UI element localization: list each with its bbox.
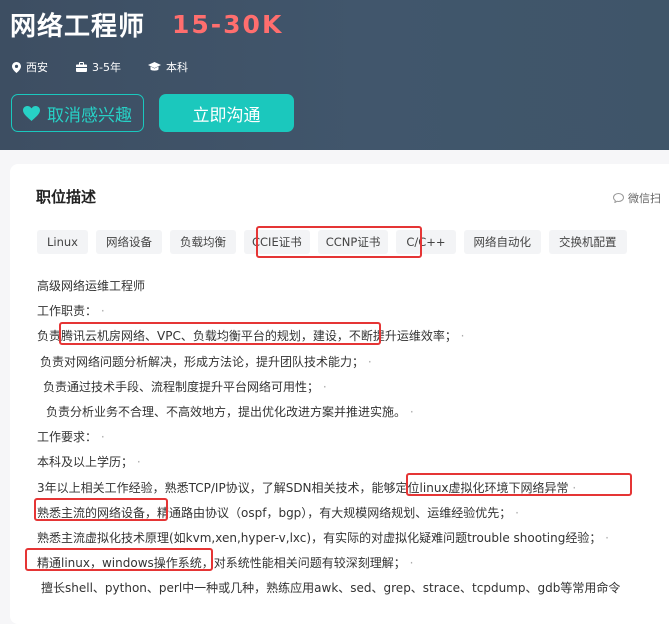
tag: 网络自动化 (463, 230, 542, 254)
job-education-text: 本科 (166, 61, 188, 74)
job-salary: 15-30K (172, 10, 284, 39)
job-header: 网络工程师 15-30K 西安 3-5年 本科 取消感兴趣 立即沟通 (0, 0, 669, 150)
job-city: 西安 (26, 61, 48, 74)
tag: 网络设备 (96, 230, 162, 254)
desc-line: 本科及以上学历； · (37, 455, 141, 470)
job-education: 本科 (148, 58, 188, 76)
tag: 交换机配置 (549, 230, 627, 254)
location-pin-icon (12, 61, 21, 73)
cancel-interest-label: 取消感兴趣 (47, 105, 132, 126)
cancel-interest-button[interactable]: 取消感兴趣 (11, 94, 144, 132)
graduation-cap-icon (148, 62, 161, 71)
highlight-box-infrastructure (59, 322, 381, 345)
wechat-share[interactable]: 微信扫 (613, 190, 661, 206)
tags-highlight-box (256, 226, 422, 258)
job-location: 西安 (12, 58, 48, 76)
job-experience: 3-5年 (76, 58, 121, 76)
highlight-box-network-devices (34, 498, 168, 521)
desc-line: 擅长shell、python、perl中一种或几种，熟练应用awk、sed、gr… (41, 581, 621, 596)
heart-icon (23, 105, 40, 121)
chat-now-button[interactable]: 立即沟通 (159, 94, 294, 132)
desc-line: 负责分析业务不合理、不高效地方，提出优化改进方案并推进实施。 · (46, 404, 414, 419)
section-title: 职位描述 (36, 188, 97, 206)
wechat-share-label: 微信扫 (628, 192, 661, 205)
chat-bubble-icon (613, 193, 624, 203)
highlight-box-linux-network (406, 473, 632, 496)
tag: 负载均衡 (170, 230, 236, 254)
briefcase-icon (76, 62, 87, 72)
desc-line: 工作要求： · (37, 430, 105, 445)
highlight-box-os (25, 548, 213, 571)
job-experience-text: 3-5年 (92, 61, 121, 74)
desc-line: 负责通过技术手段、流程制度提升平台网络可用性； · (43, 379, 327, 394)
job-description-card: 职位描述 微信扫 Linux 网络设备 负载均衡 CCIE证书 CCNP证书 C… (10, 164, 669, 624)
desc-line: 工作职责： · (37, 304, 105, 319)
desc-line: 高级网络运维工程师 (37, 279, 146, 293)
job-title: 网络工程师 (10, 12, 146, 42)
desc-line: 负责对网络问题分析解决，形成方法论，提升团队技术能力； · (40, 354, 372, 369)
tag: Linux (37, 230, 88, 254)
